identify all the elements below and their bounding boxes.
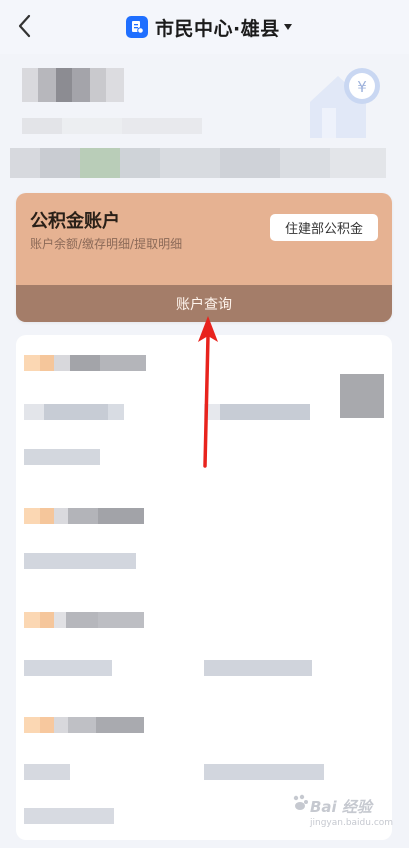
list-item <box>204 764 324 780</box>
list-item <box>204 660 312 676</box>
watermark-url: jingyan.baidu.com <box>310 818 394 828</box>
list-item <box>340 374 384 418</box>
chevron-left-icon[interactable] <box>12 12 38 40</box>
info-line-blurred <box>22 118 302 136</box>
list-item <box>24 508 144 524</box>
city-selector[interactable]: 市民中心·雄县 <box>126 13 292 41</box>
user-info-blurred <box>22 68 132 108</box>
ministry-fund-button[interactable]: 住建部公积金 <box>270 214 378 241</box>
caret-down-icon <box>283 24 292 30</box>
list-item <box>204 404 310 420</box>
page-title: 市民中心·雄县 <box>155 17 280 40</box>
list-item <box>24 553 136 569</box>
card-subtitle: 账户余额/缴存明细/提取明细 <box>30 237 183 251</box>
list-item <box>24 764 70 780</box>
paw-icon <box>293 794 308 810</box>
list-item <box>24 808 114 824</box>
list-item <box>24 660 112 676</box>
house-coin-icon: ¥ <box>310 68 380 138</box>
card-title: 公积金账户 <box>30 211 120 232</box>
list-item <box>24 355 146 371</box>
top-nav-bar: 市民中心·雄县 <box>0 0 409 54</box>
watermark-text: Bai 经验 <box>310 798 372 816</box>
svg-text:¥: ¥ <box>357 78 367 96</box>
account-query-button[interactable]: 账户查询 <box>16 285 392 322</box>
list-item <box>24 404 124 420</box>
document-icon <box>126 16 148 38</box>
banner-blurred <box>10 148 386 178</box>
baidu-watermark: Bai 经验 jingyan.baidu.com <box>292 790 402 834</box>
provident-fund-card: 公积金账户 账户余额/缴存明细/提取明细 住建部公积金 账户查询 <box>16 193 392 322</box>
list-item <box>24 717 144 733</box>
list-item <box>24 449 100 465</box>
list-item <box>24 612 144 628</box>
